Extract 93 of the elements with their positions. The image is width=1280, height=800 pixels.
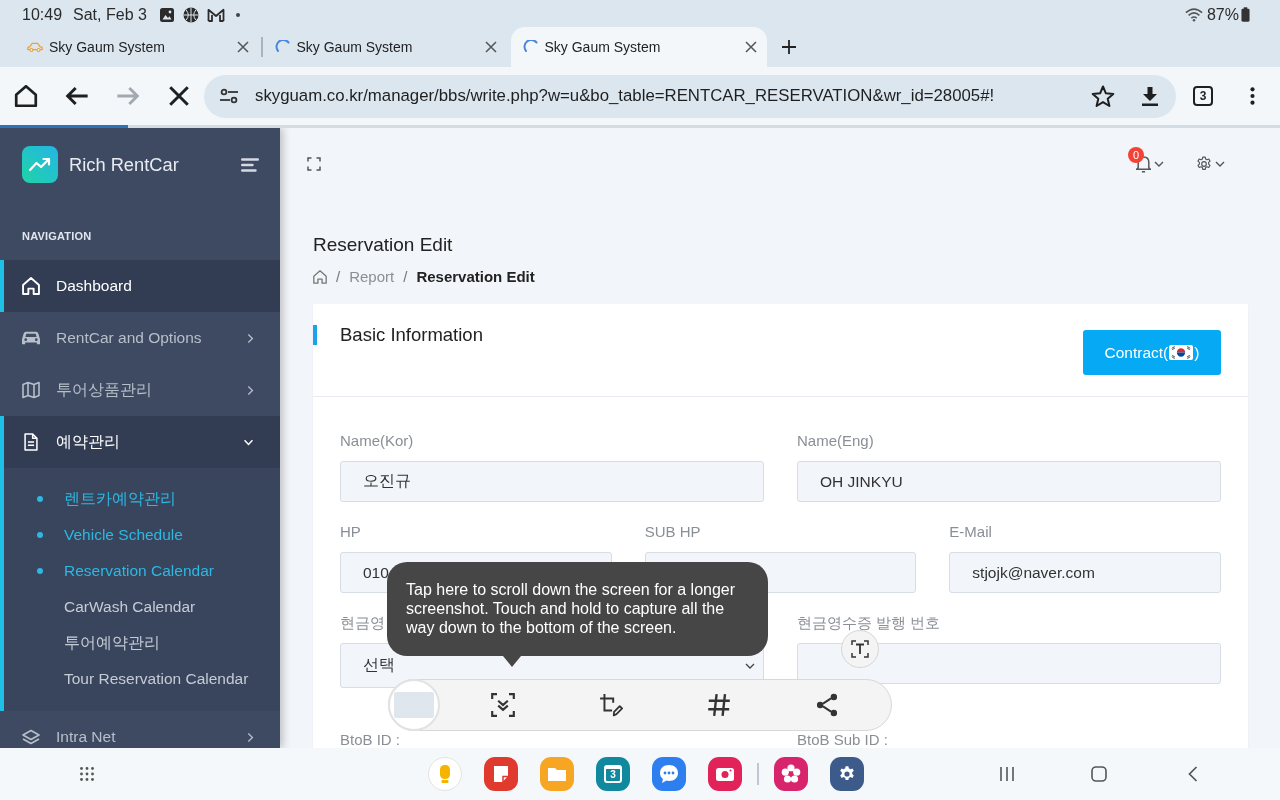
- notification-badge: 0: [1128, 146, 1144, 163]
- close-icon[interactable]: [744, 41, 757, 53]
- submenu-item[interactable]: CarWash Calendar: [0, 589, 280, 625]
- page-title: Reservation Edit: [313, 233, 454, 257]
- bullet-icon: [37, 568, 43, 574]
- close-icon[interactable]: [237, 41, 249, 53]
- text-input[interactable]: stjojk@naver.com: [949, 552, 1221, 593]
- sidebar-item[interactable]: 예약관리: [0, 416, 280, 468]
- flag-icon: [1169, 345, 1194, 360]
- trend-arrow-logo-icon: [22, 146, 58, 183]
- tab-switcher-button[interactable]: 3: [1193, 86, 1213, 106]
- close-icon[interactable]: [484, 41, 497, 53]
- browser-tab[interactable]: Sky Gaum System: [17, 27, 259, 67]
- notifications-button[interactable]: 0: [1128, 146, 1164, 173]
- flower-app-icon[interactable]: [773, 757, 808, 791]
- share-icon[interactable]: [815, 693, 839, 717]
- battery-icon: [1241, 7, 1250, 22]
- home-icon: [22, 277, 40, 295]
- field-label: 현금영: [340, 613, 385, 633]
- submenu-item[interactable]: Reservation Calendar: [0, 553, 280, 589]
- mail-icon: [206, 7, 225, 22]
- document-icon: [22, 433, 40, 451]
- field-label: E-Mail: [949, 522, 992, 542]
- field-label: BtoB ID :: [340, 730, 401, 748]
- chevron-down-icon: [745, 662, 755, 669]
- close-icon[interactable]: [169, 86, 189, 106]
- caret-icon: [1154, 161, 1164, 167]
- sidebar-item[interactable]: Dashboard: [0, 260, 280, 312]
- new-tab-icon[interactable]: [781, 40, 796, 54]
- submenu-item[interactable]: 투어예약관리: [0, 625, 280, 661]
- field-label: SUB HP: [644, 522, 701, 542]
- text-input[interactable]: OH JINKYU: [797, 461, 1221, 502]
- field-label: Name(Kor): [340, 431, 414, 451]
- settings-button[interactable]: [1196, 156, 1225, 172]
- star-icon[interactable]: [1091, 84, 1115, 108]
- hashtag-icon[interactable]: [707, 693, 731, 717]
- section-title: Basic Information: [340, 323, 483, 347]
- back-arrow-icon[interactable]: [65, 85, 89, 107]
- image-icon: [158, 6, 175, 23]
- note-app-icon[interactable]: [484, 757, 518, 791]
- settings-icon: [1196, 156, 1212, 172]
- bullet-icon: [37, 532, 43, 538]
- apps-grid-icon[interactable]: [80, 767, 94, 781]
- bullet-icon: [37, 496, 43, 502]
- text-input[interactable]: 오진규: [340, 461, 764, 502]
- scroll-capture-icon[interactable]: [491, 693, 515, 717]
- address-bar[interactable]: skyguam.co.kr/manager/bbs/write.php?w=u&bo_table=RENTCAR_RESERVATION&wr_id=28005#!: [204, 74, 1176, 118]
- settings-app-icon[interactable]: [829, 757, 864, 791]
- layers-icon: [22, 728, 40, 746]
- chat-app-icon[interactable]: [652, 757, 686, 791]
- ball-icon: [182, 6, 199, 23]
- dot-icon: [235, 12, 240, 17]
- more-options-icon[interactable]: [1250, 86, 1255, 106]
- screenshot-thumbnail[interactable]: [388, 679, 440, 731]
- breadcrumb-separator: /: [336, 268, 341, 285]
- submenu-item[interactable]: Tour Reservation Calendar: [0, 661, 280, 697]
- car-icon: [22, 329, 40, 347]
- breadcrumb-link[interactable]: Report: [349, 268, 395, 285]
- text-input[interactable]: [797, 643, 1221, 684]
- crop-pencil-icon[interactable]: [599, 693, 623, 717]
- breadcrumb-separator: /: [403, 268, 408, 285]
- recent-apps-icon[interactable]: [998, 766, 1015, 782]
- download-icon[interactable]: [1141, 86, 1159, 106]
- date-text: Sat, Feb 3: [73, 5, 147, 24]
- field-label: 현금영수증 발행 번호: [797, 613, 941, 633]
- field-label: BtoB Sub ID :: [797, 730, 888, 748]
- home-icon[interactable]: [14, 85, 38, 107]
- camera-app-icon[interactable]: [708, 757, 742, 791]
- map-icon: [22, 381, 40, 399]
- sidebar-item[interactable]: Intra Net: [0, 711, 280, 748]
- field-label: Name(Eng): [797, 431, 874, 451]
- sidebar-item[interactable]: RentCar and Options: [0, 312, 280, 364]
- back-icon[interactable]: [1187, 766, 1198, 782]
- battery-percent: 87%: [1206, 5, 1239, 24]
- calendar-app-icon[interactable]: 3: [596, 757, 630, 791]
- browser-tab[interactable]: Sky Gaum System: [510, 27, 767, 67]
- clock-time: 10:49: [22, 5, 63, 24]
- sidebar-item[interactable]: 투어상품관리: [0, 364, 280, 416]
- title-accent-bar: [313, 325, 317, 345]
- tune-icon[interactable]: [219, 88, 239, 104]
- menu-toggle-icon[interactable]: [241, 157, 259, 172]
- browser-tab[interactable]: Sky Gaum System: [264, 27, 507, 67]
- fullscreen-icon[interactable]: [307, 157, 321, 171]
- section-heading: NAVIGATION: [21, 229, 93, 243]
- caret-icon: [1215, 161, 1225, 167]
- breadcrumb-current: Reservation Edit: [416, 268, 535, 285]
- submenu-item[interactable]: 렌트카예약관리: [0, 481, 280, 517]
- home-icon[interactable]: [1090, 766, 1107, 782]
- text-extract-icon[interactable]: [841, 630, 879, 668]
- submenu-item[interactable]: Vehicle Schedule: [0, 517, 280, 553]
- wifi-icon: [1184, 7, 1203, 22]
- field-label: HP: [340, 522, 361, 542]
- brand-name: Rich RentCar: [69, 153, 179, 176]
